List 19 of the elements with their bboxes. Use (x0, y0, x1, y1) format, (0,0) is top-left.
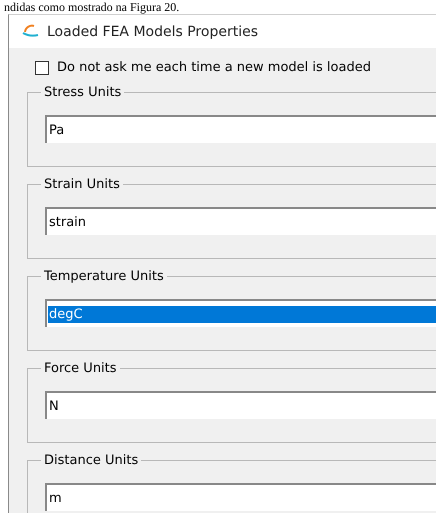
field-value: degC (48, 306, 436, 322)
group-title: Temperature Units (43, 269, 165, 284)
window-title: Loaded FEA Models Properties (47, 24, 258, 40)
input-field[interactable]: strain (45, 207, 436, 235)
checkbox[interactable] (35, 60, 49, 74)
document-text: ndidas como mostrado na Figura 20. (3, 0, 180, 14)
field-value: Pa (48, 122, 66, 138)
input-field[interactable]: Pa (45, 115, 436, 143)
field-value: m (48, 490, 63, 506)
field-value: strain (48, 214, 88, 230)
checkbox-label: Do not ask me each time a new model is loaded (57, 60, 371, 75)
input-field[interactable]: N (45, 391, 436, 419)
group-title: Stress Units (43, 85, 122, 100)
input-field[interactable]: m (45, 483, 436, 511)
group-title: Force Units (43, 361, 118, 376)
group-title: Strain Units (43, 177, 121, 192)
field-value: N (48, 398, 60, 414)
group-title: Distance Units (43, 453, 140, 468)
input-field[interactable]: degC (45, 299, 436, 327)
